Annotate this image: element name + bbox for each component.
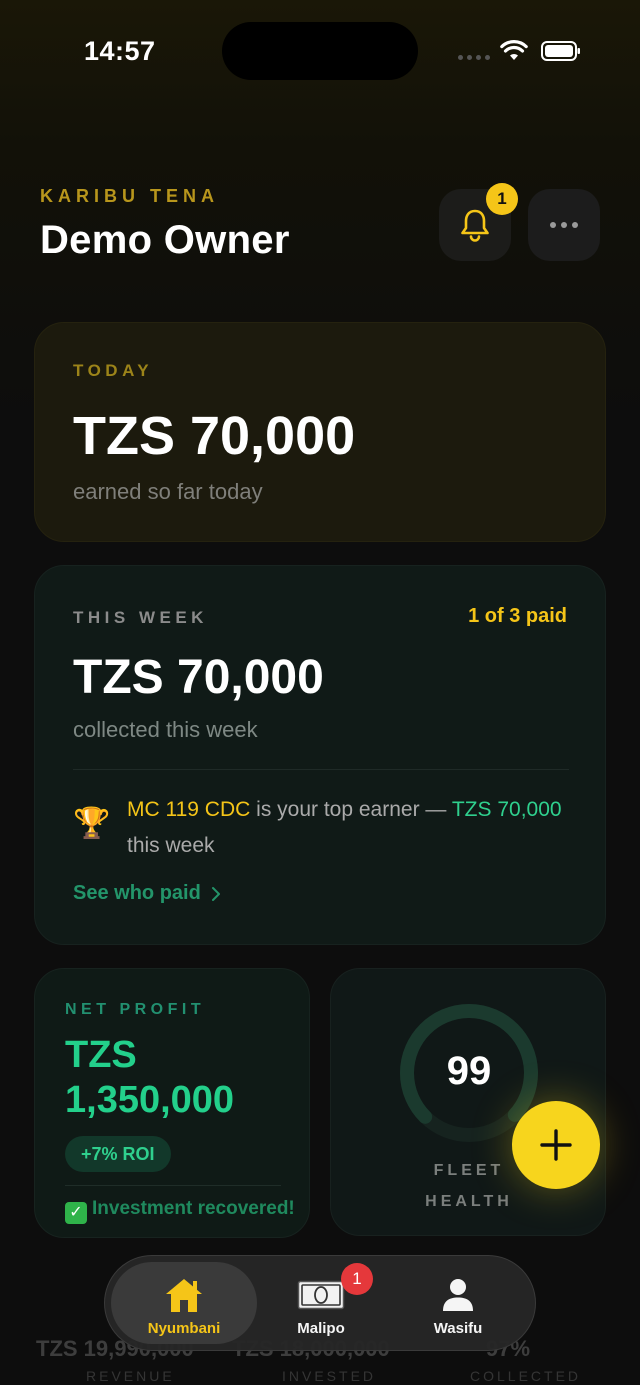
battery-icon xyxy=(541,41,580,61)
today-earnings-card[interactable]: TODAY TZS 70,000 earned so far today xyxy=(34,322,606,542)
tab-label: Wasifu xyxy=(433,1320,483,1337)
cash-icon xyxy=(297,1280,345,1310)
greeting-label: KARIBU TENA xyxy=(40,186,219,206)
status-time: 14:57 xyxy=(84,36,156,66)
divider xyxy=(65,1185,281,1186)
week-paid-status: 1 of 3 paid xyxy=(468,605,567,627)
stat-label: COLLECTED xyxy=(470,1368,582,1384)
net-profit-label: NET PROFIT xyxy=(65,1001,206,1018)
see-who-paid-link[interactable]: See who paid xyxy=(73,882,221,905)
investment-recovered-text: Investment recovered! xyxy=(92,1198,295,1219)
top-earner-vehicle: MC 119 CDC xyxy=(127,798,251,821)
top-earner-amount: TZS 70,000 xyxy=(451,798,562,821)
wifi-icon xyxy=(500,40,528,60)
net-profit-card[interactable]: NET PROFIT TZS 1,350,000 +7% ROI ✓ Invest… xyxy=(34,968,310,1238)
roi-badge: +7% ROI xyxy=(65,1136,171,1172)
tab-wasifu[interactable]: Wasifu xyxy=(385,1262,531,1344)
week-subtitle: collected this week xyxy=(73,717,258,742)
dynamic-island xyxy=(222,22,418,80)
trophy-icon: 🏆 xyxy=(73,807,111,840)
fleet-health-label: FLEET HEALTH xyxy=(425,1162,513,1210)
see-who-paid-label: See who paid xyxy=(73,882,201,904)
check-mark-icon: ✓ xyxy=(65,1202,87,1224)
tab-label: Malipo xyxy=(297,1320,345,1337)
today-amount: TZS 70,000 xyxy=(73,406,356,466)
this-week-card[interactable]: THIS WEEK 1 of 3 paid TZS 70,000 collect… xyxy=(34,565,606,945)
top-earner-suffix: this week xyxy=(127,834,215,857)
tab-nyumbani[interactable]: Nyumbani xyxy=(111,1262,257,1344)
notification-badge: 1 xyxy=(486,183,518,215)
today-subtitle: earned so far today xyxy=(73,479,263,504)
add-button[interactable] xyxy=(512,1101,600,1189)
more-options-button[interactable] xyxy=(528,189,600,261)
net-profit-amount: TZS 1,350,000 xyxy=(65,1033,305,1123)
today-label: TODAY xyxy=(73,361,154,380)
more-dots-icon xyxy=(550,222,556,228)
chevron-right-icon xyxy=(211,886,220,901)
stat-label: REVENUE xyxy=(86,1368,175,1384)
status-bar: 14:57 xyxy=(0,0,640,100)
malipo-badge: 1 xyxy=(341,1263,373,1295)
plus-icon xyxy=(540,1129,572,1161)
bell-icon xyxy=(461,209,489,242)
bottom-tab-bar: Nyumbani Malipo 1 Wasifu xyxy=(104,1255,536,1351)
owner-name: Demo Owner xyxy=(40,218,290,262)
tab-label: Nyumbani xyxy=(147,1320,221,1337)
top-earner-text: is your top earner — xyxy=(250,798,452,821)
divider xyxy=(73,769,569,770)
person-icon xyxy=(443,1279,473,1311)
stat-label: INVESTED xyxy=(282,1368,377,1384)
cellular-signal-icon xyxy=(458,55,490,60)
investment-recovered-note: ✓ Investment recovered! xyxy=(65,1197,295,1224)
fleet-health-score: 99 xyxy=(446,1049,492,1093)
home-icon xyxy=(166,1279,202,1312)
week-label: THIS WEEK xyxy=(73,608,208,627)
top-earner-message: MC 119 CDC is your top earner — TZS 70,0… xyxy=(127,792,567,864)
net-profit-currency: TZS xyxy=(65,1034,137,1076)
week-amount: TZS 70,000 xyxy=(73,651,324,704)
net-profit-value: 1,350,000 xyxy=(65,1079,235,1121)
